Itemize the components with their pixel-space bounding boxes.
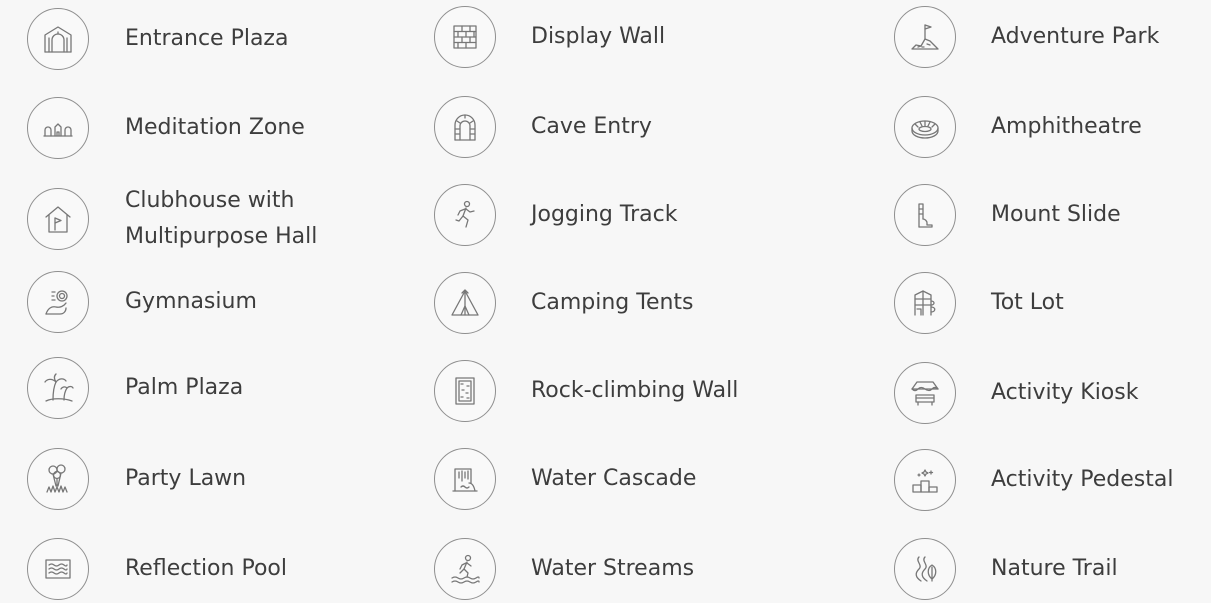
water-pool-icon — [27, 538, 89, 600]
wading-person-icon — [434, 538, 496, 600]
arch-gate-icon — [27, 8, 89, 70]
amenity-amphitheatre: Amphitheatre — [894, 96, 1142, 158]
amenity-label: Mount Slide — [991, 202, 1121, 227]
amenity-display-wall: Display Wall — [434, 6, 665, 68]
amenity-label: Party Lawn — [125, 466, 247, 491]
flag-mound-icon — [894, 6, 956, 68]
amenity-label: Activity Pedestal — [991, 467, 1174, 492]
amenity-label: Water Cascade — [531, 466, 697, 491]
tent-icon — [434, 272, 496, 334]
amenity-label-line2: Multipurpose Hall — [125, 224, 318, 249]
amenity-palm-plaza: Palm Plaza — [27, 357, 243, 419]
amenity-reflection-pool: Reflection Pool — [27, 538, 287, 600]
amenity-meditation-zone: Meditation Zone — [27, 97, 305, 159]
amenity-rock-climbing-wall: Rock-climbing Wall — [434, 360, 738, 422]
amenity-entrance-plaza: Entrance Plaza — [27, 8, 288, 70]
amenity-clubhouse: Clubhouse with Multipurpose Hall — [27, 183, 317, 255]
cave-arch-icon — [434, 96, 496, 158]
amenity-water-cascade: Water Cascade — [434, 448, 696, 510]
play-structure-icon — [894, 272, 956, 334]
amenity-label: Cave Entry — [531, 114, 652, 139]
meditation-huts-icon — [27, 97, 89, 159]
amenity-jogging-track: Jogging Track — [434, 184, 677, 246]
slide-icon — [894, 184, 956, 246]
amenity-label: Clubhouse with — [125, 188, 295, 213]
amenity-nature-trail: Nature Trail — [894, 538, 1118, 600]
amphitheatre-icon — [894, 96, 956, 158]
amenity-label: Tot Lot — [991, 290, 1064, 315]
amenity-water-streams: Water Streams — [434, 538, 694, 600]
climbing-wall-icon — [434, 360, 496, 422]
amenity-label: Water Streams — [531, 556, 695, 581]
flexed-arm-icon — [27, 271, 89, 333]
amenity-tot-lot: Tot Lot — [894, 272, 1064, 334]
brick-wall-icon — [434, 6, 496, 68]
amenity-mount-slide: Mount Slide — [894, 184, 1121, 246]
amenity-label: Amphitheatre — [991, 114, 1142, 139]
amenity-cave-entry: Cave Entry — [434, 96, 652, 158]
amenity-label: Adventure Park — [991, 24, 1160, 49]
amenity-label: Palm Plaza — [125, 375, 244, 400]
balloons-icon — [27, 448, 89, 510]
amenity-label: Nature Trail — [991, 556, 1118, 581]
amenity-activity-pedestal: Activity Pedestal — [894, 449, 1173, 511]
amenity-camping-tents: Camping Tents — [434, 272, 694, 334]
amenity-party-lawn: Party Lawn — [27, 448, 246, 510]
amenity-label: Meditation Zone — [125, 115, 305, 140]
amenity-gymnasium: Gymnasium — [27, 271, 257, 333]
amenity-label: Gymnasium — [125, 289, 257, 314]
amenity-activity-kiosk: Activity Kiosk — [894, 362, 1138, 424]
amenity-label: Camping Tents — [531, 290, 694, 315]
amenity-label: Activity Kiosk — [991, 380, 1139, 405]
podium-icon — [894, 449, 956, 511]
trail-leaf-icon — [894, 538, 956, 600]
palm-trees-icon — [27, 357, 89, 419]
kiosk-icon — [894, 362, 956, 424]
amenity-label: Rock-climbing Wall — [531, 378, 739, 403]
amenity-label: Jogging Track — [531, 202, 678, 227]
waterfall-icon — [434, 448, 496, 510]
amenity-label: Entrance Plaza — [125, 26, 289, 51]
runner-icon — [434, 184, 496, 246]
amenity-adventure-park: Adventure Park — [894, 6, 1159, 68]
amenity-label: Reflection Pool — [125, 556, 287, 581]
house-flag-icon — [27, 188, 89, 250]
amenity-label: Display Wall — [531, 24, 666, 49]
